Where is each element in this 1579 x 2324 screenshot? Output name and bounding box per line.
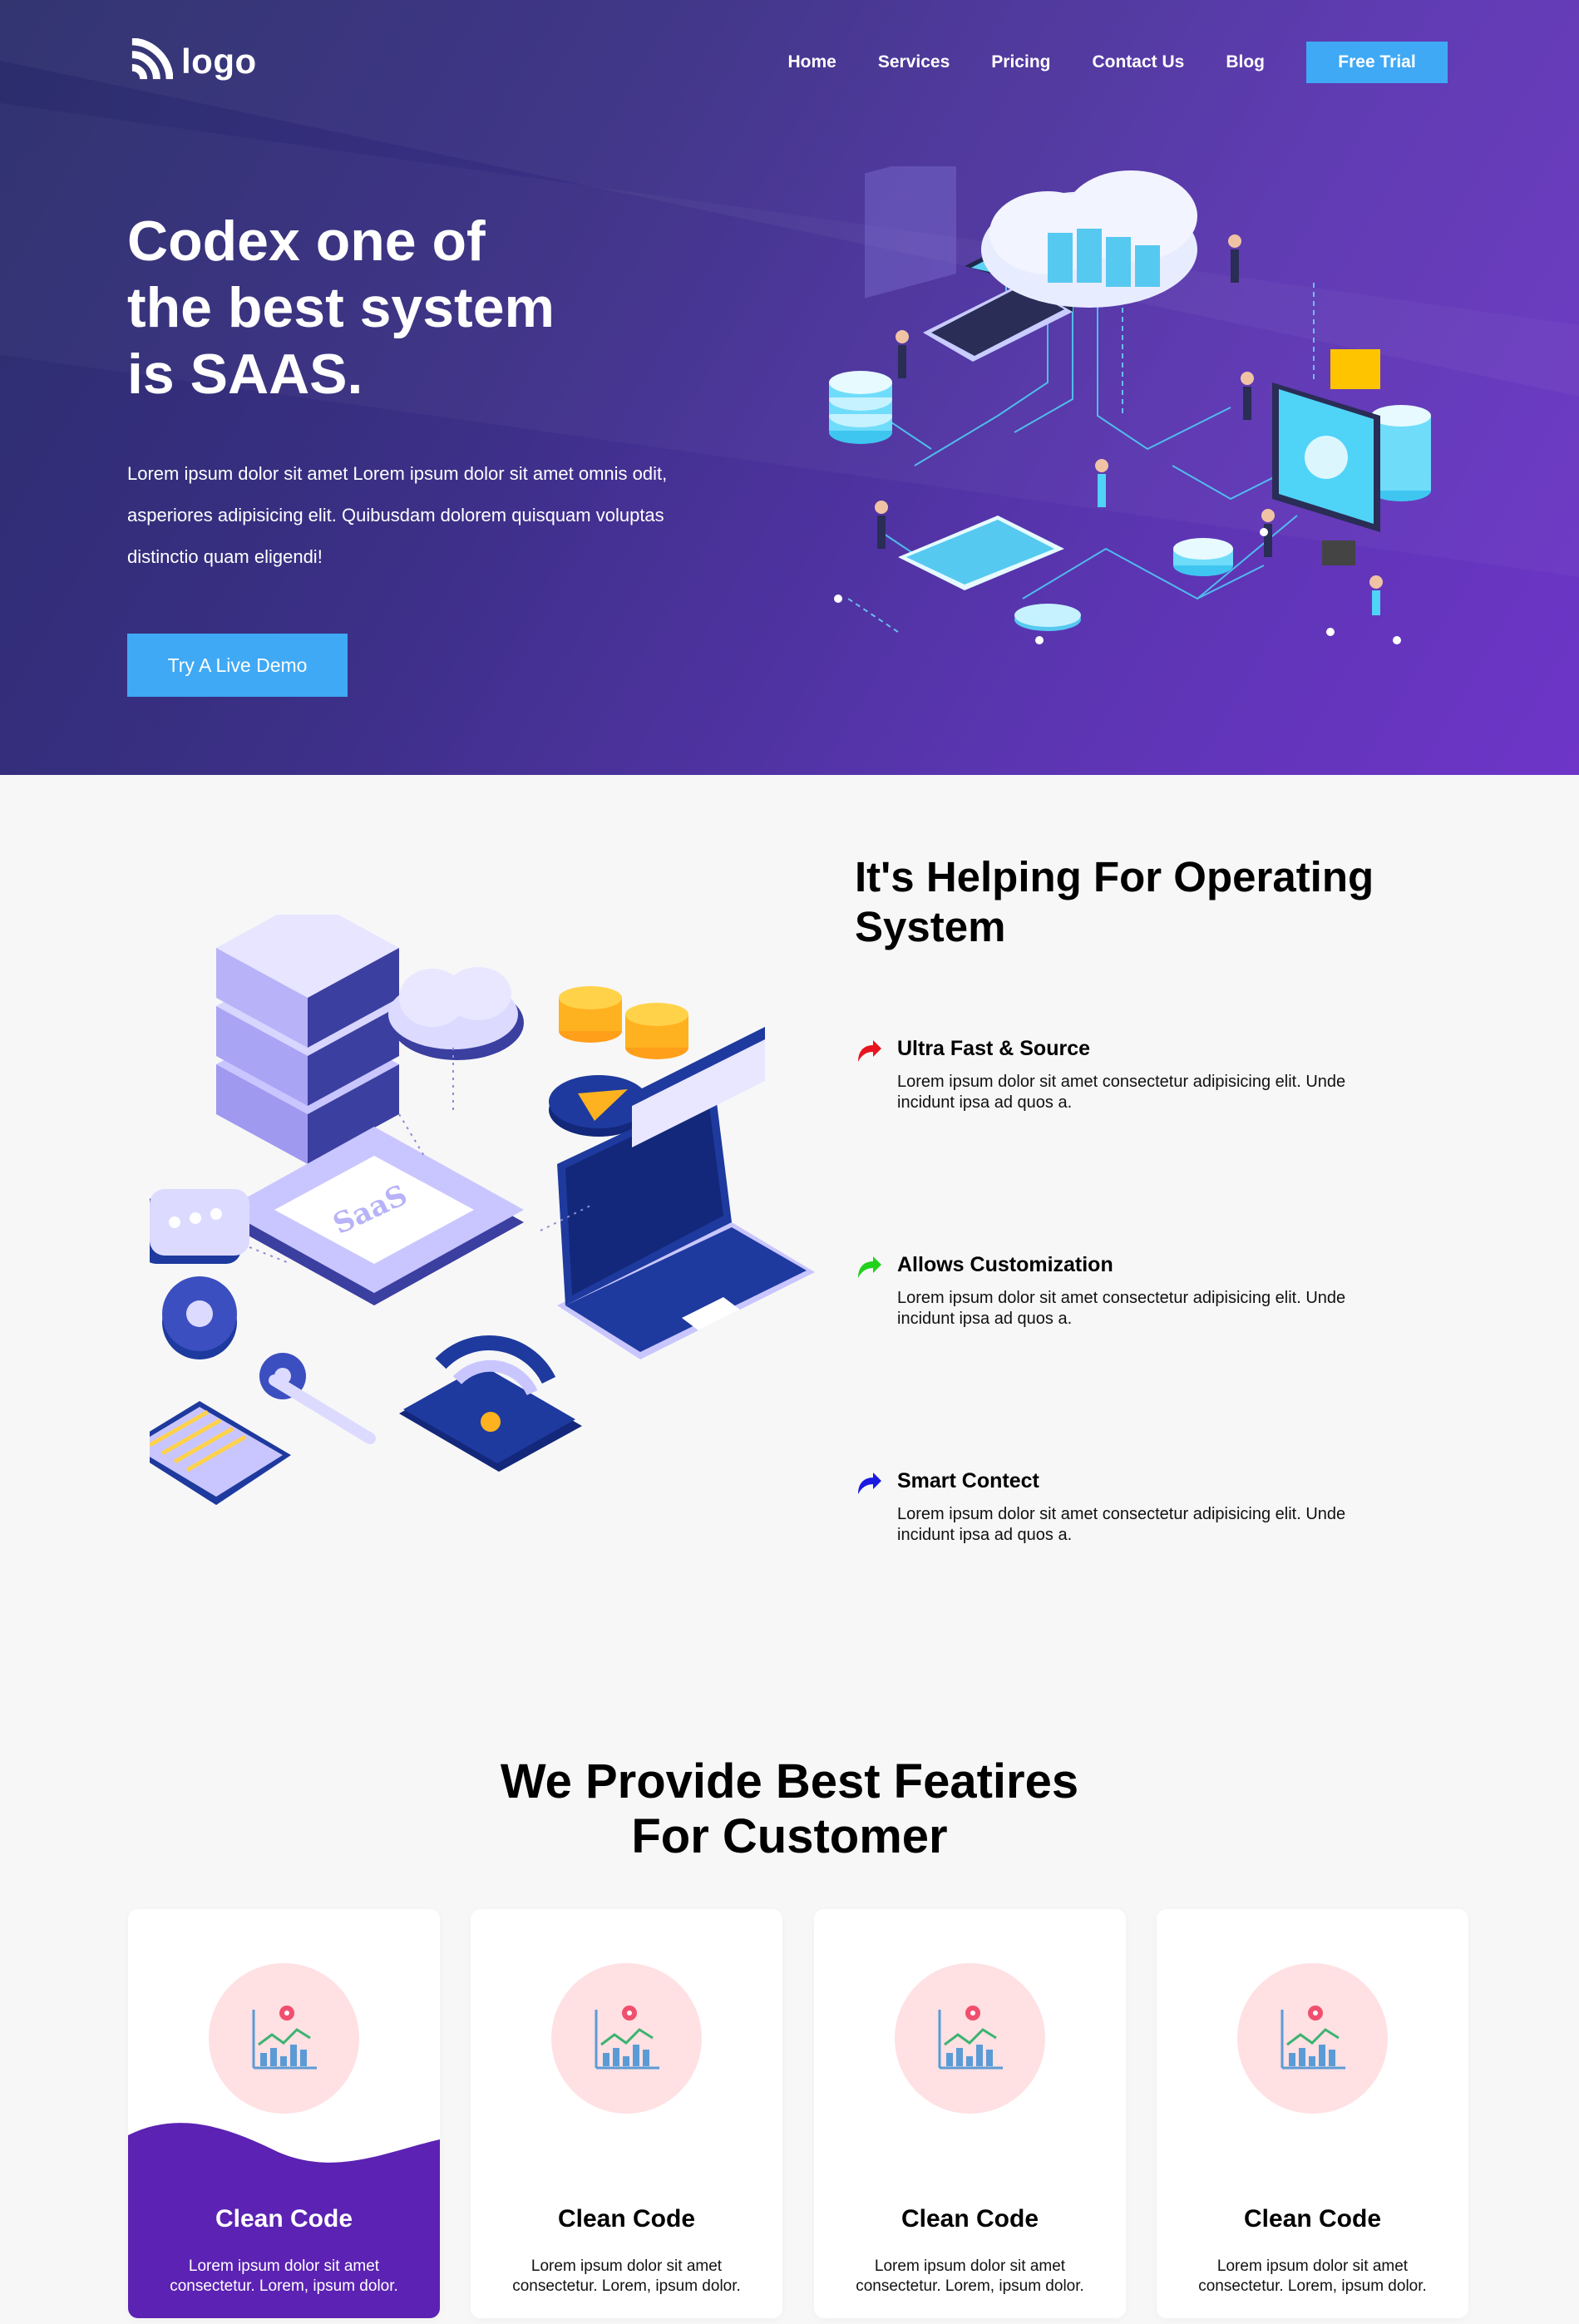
hero-title: Codex one of the best system is SAAS. bbox=[127, 208, 709, 407]
nav-blog[interactable]: Blog bbox=[1226, 52, 1265, 72]
feature-card[interactable]: Clean Code Lorem ipsum dolor sit amet co… bbox=[471, 1909, 782, 2318]
feature-title: Ultra Fast & Source bbox=[897, 1037, 1091, 1060]
arrow-icon bbox=[858, 1473, 881, 1494]
hero-text: Lorem ipsum dolor sit amet Lorem ipsum d… bbox=[127, 463, 668, 567]
card-title: Clean Code bbox=[557, 2205, 696, 2233]
card-title: Clean Code bbox=[215, 2205, 353, 2233]
chart-pin-icon bbox=[1280, 2005, 1345, 2069]
card-title: Clean Code bbox=[901, 2205, 1039, 2233]
hero-title-line: Codex one of bbox=[127, 210, 486, 273]
feature-text: Lorem ipsum dolor sit amet consectetur a… bbox=[897, 1073, 1346, 1112]
hero-illustration bbox=[829, 166, 1431, 644]
icon-circle bbox=[551, 1963, 702, 2114]
helping-title: It's Helping For Operating System bbox=[855, 853, 1374, 950]
logo-icon bbox=[131, 38, 173, 80]
feature-text: Lorem ipsum dolor sit amet consectetur a… bbox=[897, 1289, 1346, 1328]
icon-circle bbox=[209, 1963, 359, 2114]
nav-contact-us[interactable]: Contact Us bbox=[1092, 52, 1184, 72]
card-text: Lorem ipsum dolor sit amet consectetur. … bbox=[170, 2257, 398, 2295]
features-title-line: We Provide Best Featires bbox=[500, 1754, 1079, 1808]
feature-card[interactable]: Clean Code Lorem ipsum dolor sit amet co… bbox=[1157, 1909, 1468, 2318]
arrow-icon bbox=[858, 1256, 881, 1278]
card-text: Lorem ipsum dolor sit amet consectetur. … bbox=[512, 2257, 741, 2295]
card-text: Lorem ipsum dolor sit amet consectetur. … bbox=[856, 2257, 1084, 2295]
card-title: Clean Code bbox=[1243, 2205, 1382, 2233]
main-nav: Home Services Pricing Contact Us Blog Fr… bbox=[747, 42, 1448, 83]
chart-pin-icon bbox=[938, 2005, 1003, 2069]
nav-home[interactable]: Home bbox=[788, 52, 836, 72]
chart-pin-icon bbox=[252, 2005, 317, 2069]
feature-title: Smart Contect bbox=[897, 1469, 1039, 1493]
chart-pin-icon bbox=[595, 2005, 659, 2069]
hero-section: logo Home Services Pricing Contact Us Bl… bbox=[0, 0, 1579, 775]
card-text: Lorem ipsum dolor sit amet consectetur. … bbox=[1198, 2257, 1427, 2295]
icon-circle bbox=[895, 1963, 1045, 2114]
feature-card[interactable]: Clean Code Lorem ipsum dolor sit amet co… bbox=[128, 1909, 440, 2318]
hero-title-line: is SAAS. bbox=[127, 343, 363, 406]
live-demo-button[interactable]: Try A Live Demo bbox=[127, 634, 348, 697]
arrow-icon bbox=[858, 1040, 881, 1062]
features-title-line: For Customer bbox=[631, 1809, 948, 1863]
features-title: We Provide Best Featires For Customer bbox=[0, 1754, 1579, 1864]
hero-title-line: the best system bbox=[127, 276, 555, 339]
saas-illustration: SaaS bbox=[150, 915, 815, 1505]
icon-circle bbox=[1237, 1963, 1388, 2114]
nav-pricing[interactable]: Pricing bbox=[991, 52, 1050, 72]
free-trial-button[interactable]: Free Trial bbox=[1306, 42, 1448, 83]
logo-text: logo bbox=[181, 41, 257, 81]
feature-title: Allows Customization bbox=[897, 1253, 1113, 1276]
nav-services[interactable]: Services bbox=[878, 52, 950, 72]
logo[interactable]: logo bbox=[127, 38, 257, 84]
feature-text: Lorem ipsum dolor sit amet consectetur a… bbox=[897, 1505, 1346, 1544]
feature-card[interactable]: Clean Code Lorem ipsum dolor sit amet co… bbox=[814, 1909, 1126, 2318]
